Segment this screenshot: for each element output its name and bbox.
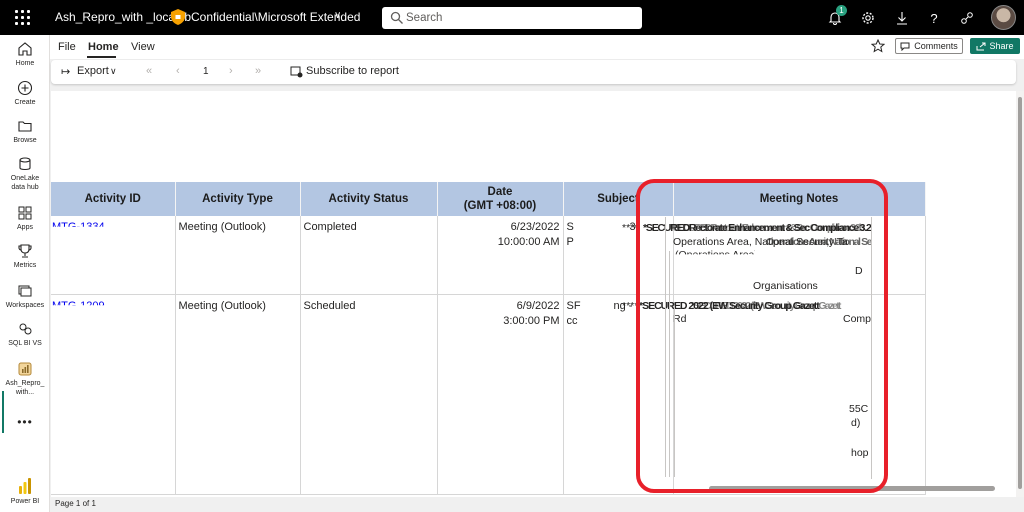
nav-item-metrics[interactable]: Metrics xyxy=(0,243,50,270)
vertical-scrollbar[interactable] xyxy=(1016,91,1024,497)
subscribe-button[interactable]: Subscribe to report xyxy=(306,65,399,77)
powerbi-logo-icon xyxy=(19,478,31,494)
top-bar: Ash_Repro_with _localdb Confidential\Mic… xyxy=(0,0,1024,35)
horizontal-scrollbar-thumb[interactable] xyxy=(709,486,995,491)
search-input[interactable] xyxy=(406,10,636,26)
header-meeting-notes[interactable]: Meeting Notes xyxy=(673,182,926,216)
table-row: MTG-1209 Meeting (Outlook) Scheduled 6/9… xyxy=(51,294,926,495)
notes-divider xyxy=(669,251,670,477)
notes-overlap: *SECUREDRectorate Enhancement & Sec Comp… xyxy=(671,222,865,234)
more-icon[interactable]: ••• xyxy=(0,415,50,429)
notes-divider xyxy=(674,306,675,477)
menu-bar: File Home View Comments Share xyxy=(50,35,1024,59)
notes-overlap: Operations Area, National Security Ta xyxy=(766,236,871,248)
toolbar: ↦ Export ∨ « ‹ 1 › » Subscribe to report xyxy=(51,60,1016,84)
app-launcher-icon[interactable] xyxy=(14,9,31,26)
avatar[interactable] xyxy=(991,5,1016,30)
apps-icon xyxy=(18,206,32,220)
chevron-down-icon[interactable]: ∨ xyxy=(110,66,117,77)
header-date[interactable]: Date (GMT +08:00) xyxy=(437,182,564,216)
notes-stars: **** xyxy=(622,222,639,234)
status-bar: Page 1 of 1 xyxy=(51,497,1024,512)
meeting-notes-cell xyxy=(673,294,926,495)
page-status: Page 1 of 1 xyxy=(55,499,96,508)
gear-icon[interactable] xyxy=(858,8,878,28)
previous-page-icon[interactable]: ‹ xyxy=(176,65,180,77)
first-page-icon[interactable]: « xyxy=(146,65,152,77)
table-header-row: Activity ID Activity Type Activity Statu… xyxy=(51,182,926,216)
nav-item-powerbi[interactable]: Power BI xyxy=(0,477,50,506)
feedback-icon[interactable] xyxy=(957,8,977,28)
date-cell: 6/23/2022 10:00:00 AM xyxy=(437,216,564,295)
export-button[interactable]: Export xyxy=(77,65,109,77)
tab-view[interactable]: View xyxy=(131,41,155,53)
active-tab-underline xyxy=(87,56,116,58)
notes-divider xyxy=(871,217,872,479)
activity-type-cell: Meeting (Outlook) xyxy=(175,216,301,295)
nav-item-report[interactable]: Ash_Repro_ with... xyxy=(0,361,50,397)
nav-item-browse[interactable]: Browse xyxy=(0,118,50,145)
report-icon xyxy=(18,362,32,376)
header-activity-type[interactable]: Activity Type xyxy=(175,182,301,216)
nav-item-home[interactable]: Home xyxy=(0,41,50,68)
share-icon xyxy=(976,42,986,50)
notes-text: 55C xyxy=(849,403,869,415)
share-button[interactable]: Share xyxy=(970,38,1020,54)
nav-item-workspaces[interactable]: Workspaces xyxy=(0,283,50,310)
export-icon: ↦ xyxy=(61,66,71,78)
tab-home[interactable]: Home xyxy=(88,41,119,53)
notes-text: d) xyxy=(851,417,861,429)
star-icon[interactable] xyxy=(871,39,885,53)
workspaces-icon xyxy=(18,285,32,297)
notes-stars: **** xyxy=(622,300,639,312)
search-icon xyxy=(390,11,403,24)
activity-type-cell: Meeting (Outlook) xyxy=(175,294,301,495)
notes-text: D xyxy=(855,265,863,277)
chevron-down-icon[interactable]: ∨ xyxy=(334,10,341,21)
database-icon xyxy=(19,157,31,171)
download-icon[interactable] xyxy=(892,8,912,28)
nav-item-apps[interactable]: Apps xyxy=(0,205,50,232)
notes-overlap: *SECURED 2022 (EW Security Group Gazett xyxy=(691,300,841,312)
report-canvas: Activity ID Activity Type Activity Statu… xyxy=(51,91,1016,497)
search-box[interactable] xyxy=(382,7,642,29)
subscribe-icon xyxy=(290,66,303,78)
subject-cell: SF cc ng - xyxy=(563,294,674,495)
workspace-icon xyxy=(19,323,32,335)
vertical-scrollbar-thumb[interactable] xyxy=(1018,97,1022,489)
nav-item-create[interactable]: Create xyxy=(0,80,50,107)
activity-status-cell: Scheduled xyxy=(300,294,438,495)
last-page-icon[interactable]: » xyxy=(255,65,261,77)
activity-id-link[interactable]: MTG-1334 xyxy=(52,220,105,227)
help-icon[interactable]: ? xyxy=(924,8,944,28)
trophy-icon xyxy=(18,244,32,258)
notification-badge: 1 xyxy=(836,5,847,16)
sensitivity-shield-icon xyxy=(171,9,185,25)
plus-circle-icon xyxy=(17,80,33,96)
notes-text: Comp xyxy=(843,313,872,325)
comment-icon xyxy=(900,42,910,51)
date-cell: 6/9/2022 3:00:00 PM xyxy=(437,294,564,495)
next-page-icon[interactable]: › xyxy=(229,65,233,77)
nav-item-sql-bi-vs[interactable]: SQL BI VS xyxy=(0,321,50,348)
header-activity-status[interactable]: Activity Status xyxy=(300,182,438,216)
nav-item-onelake[interactable]: OneLake data hub xyxy=(0,156,50,192)
comments-button[interactable]: Comments xyxy=(895,38,963,54)
notes-text: Rd xyxy=(673,313,687,325)
notes-divider xyxy=(665,217,666,477)
home-icon xyxy=(18,42,32,56)
notes-text: hop xyxy=(851,447,869,459)
left-nav: Home Create Browse OneLake data hub Apps… xyxy=(0,35,50,512)
activity-status-cell: Completed xyxy=(300,216,438,295)
notes-text: Organisations xyxy=(753,280,818,292)
header-subject[interactable]: Subject xyxy=(563,182,674,216)
folder-icon xyxy=(18,121,32,132)
activity-id-link[interactable]: MTG-1209 xyxy=(52,299,105,306)
header-activity-id[interactable]: Activity ID xyxy=(51,182,176,216)
tab-file[interactable]: File xyxy=(58,41,76,53)
page-number[interactable]: 1 xyxy=(203,66,209,77)
